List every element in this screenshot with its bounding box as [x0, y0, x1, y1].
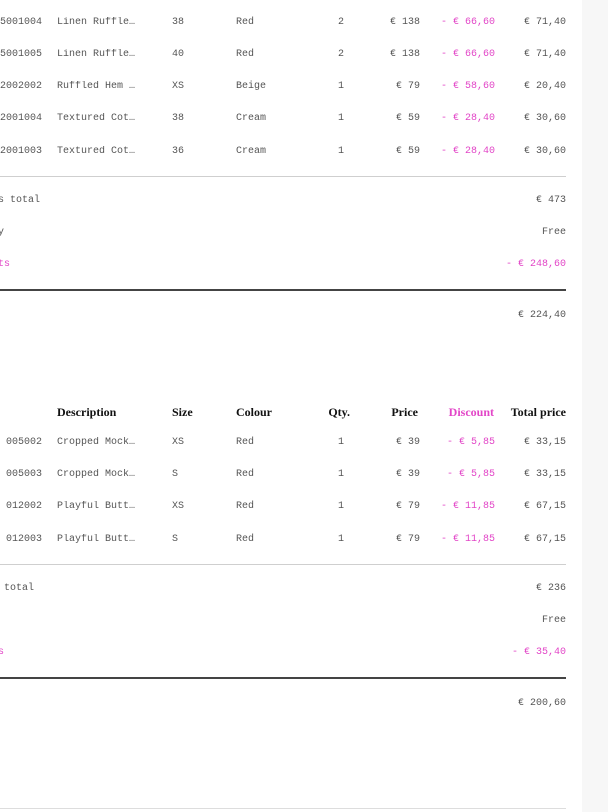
item-colour: Beige	[236, 81, 267, 92]
item-total: € 20,40	[523, 81, 566, 92]
item-price: € 59	[395, 113, 420, 124]
item-size: 38	[172, 17, 185, 28]
item-description: Playful Butt…	[57, 534, 136, 545]
column-header-discount: Discount	[448, 405, 494, 419]
discounts-label: ts	[0, 647, 5, 658]
total-divider	[0, 677, 566, 679]
item-description: Playful Butt…	[57, 501, 136, 512]
item-discount: - € 11,85	[440, 501, 495, 512]
item-code: 005003	[5, 469, 42, 480]
item-code: 012003	[5, 534, 42, 545]
delivery-value: Free	[541, 227, 566, 238]
item-description: Linen Ruffle…	[57, 49, 136, 60]
item-size: XS	[172, 501, 185, 512]
item-discount: - € 5,85	[446, 437, 495, 448]
divider	[0, 564, 566, 565]
item-price: € 79	[395, 81, 420, 92]
item-price: € 39	[395, 469, 420, 480]
item-colour: Red	[236, 49, 255, 60]
item-code: 2001003	[0, 146, 42, 157]
delivery-label: ry	[0, 227, 5, 238]
item-colour: Red	[236, 501, 255, 512]
item-qty: 1	[337, 501, 344, 512]
column-header-price: Price	[391, 405, 418, 419]
grand-total-value: € 200,60	[517, 698, 566, 709]
divider	[0, 176, 566, 177]
discounts-value: - € 35,40	[511, 647, 566, 658]
item-description: Textured Cot…	[57, 113, 136, 124]
item-qty: 1	[337, 81, 344, 92]
page-bottom-rule	[0, 808, 566, 809]
discounts-value: - € 248,60	[505, 259, 566, 270]
item-qty: 1	[337, 469, 344, 480]
item-price: € 79	[395, 534, 420, 545]
item-qty: 2	[337, 49, 344, 60]
item-size: XS	[172, 437, 185, 448]
item-total: € 30,60	[523, 146, 566, 157]
item-colour: Red	[236, 17, 255, 28]
item-code: 2002002	[0, 81, 42, 92]
item-price: € 138	[389, 49, 420, 60]
item-discount: - € 58,60	[440, 81, 495, 92]
item-code: 012002	[5, 501, 42, 512]
item-description: Textured Cot…	[57, 146, 136, 157]
item-code: 5001005	[0, 49, 42, 60]
discounts-label: nts	[0, 259, 11, 270]
item-price: € 39	[395, 437, 420, 448]
item-qty: 1	[337, 437, 344, 448]
item-price: € 59	[395, 146, 420, 157]
item-discount: - € 66,60	[440, 17, 495, 28]
items-total-label: s total	[0, 583, 35, 594]
item-qty: 1	[337, 146, 344, 157]
item-description: Linen Ruffle…	[57, 17, 136, 28]
item-size: 40	[172, 49, 185, 60]
item-price: € 79	[395, 501, 420, 512]
item-discount: - € 66,60	[440, 49, 495, 60]
item-qty: 1	[337, 534, 344, 545]
item-qty: 2	[337, 17, 344, 28]
item-total: € 71,40	[523, 49, 566, 60]
items-total-value: € 236	[535, 583, 566, 594]
item-code: 005002	[5, 437, 42, 448]
items-total-value: € 473	[535, 195, 566, 206]
item-colour: Red	[236, 437, 255, 448]
invoice-page: 5001004 Linen Ruffle… 38 Red 2 € 138 - €…	[0, 0, 582, 812]
item-colour: Red	[236, 469, 255, 480]
item-description: Ruffled Hem …	[57, 81, 136, 92]
items-total-label: ts total	[0, 195, 41, 206]
item-colour: Red	[236, 534, 255, 545]
page-margin	[582, 0, 608, 812]
item-discount: - € 28,40	[440, 113, 495, 124]
item-total: € 30,60	[523, 113, 566, 124]
item-colour: Cream	[236, 113, 267, 124]
item-size: S	[172, 534, 179, 545]
item-total: € 33,15	[523, 469, 566, 480]
item-code: 5001004	[0, 17, 42, 28]
item-discount: - € 5,85	[446, 469, 495, 480]
item-total: € 67,15	[523, 501, 566, 512]
total-divider	[0, 289, 566, 291]
item-total: € 67,15	[523, 534, 566, 545]
item-price: € 138	[389, 17, 420, 28]
column-header-size: Size	[172, 405, 193, 419]
item-total: € 33,15	[523, 437, 566, 448]
item-size: XS	[172, 81, 185, 92]
item-code: 2001004	[0, 113, 42, 124]
item-discount: - € 28,40	[440, 146, 495, 157]
item-size: 36	[172, 146, 185, 157]
item-description: Cropped Mock…	[57, 437, 136, 448]
grand-total-value: € 224,40	[517, 310, 566, 321]
item-colour: Cream	[236, 146, 267, 157]
item-size: 38	[172, 113, 185, 124]
delivery-value: Free	[541, 615, 566, 626]
item-description: Cropped Mock…	[57, 469, 136, 480]
item-size: S	[172, 469, 179, 480]
item-total: € 71,40	[523, 17, 566, 28]
column-header-colour: Colour	[236, 405, 272, 419]
item-qty: 1	[337, 113, 344, 124]
column-header-total-price: Total price	[510, 405, 566, 419]
item-discount: - € 11,85	[440, 534, 495, 545]
column-header-qty: Qty.	[328, 405, 350, 419]
column-header-description: Description	[57, 405, 117, 419]
